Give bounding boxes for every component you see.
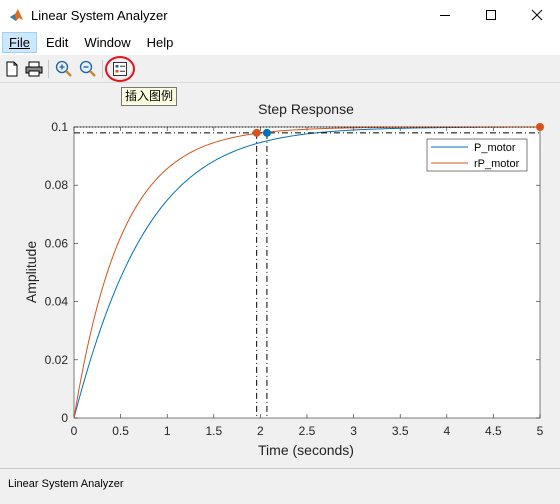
minimize-icon[interactable]: [422, 0, 468, 30]
x-tick-label: 2: [257, 424, 264, 438]
menu-file[interactable]: File: [2, 32, 37, 53]
y-tick-label: 0.04: [45, 295, 69, 309]
x-tick-label: 1: [164, 424, 171, 438]
menu-help[interactable]: Help: [140, 32, 181, 53]
zoom-out-icon[interactable]: [78, 59, 98, 79]
y-tick-label: 0.02: [45, 353, 69, 367]
menu-edit[interactable]: Edit: [39, 32, 75, 53]
legend-button-highlight-circle: [105, 56, 135, 82]
status-text: Linear System Analyzer: [8, 478, 124, 490]
x-tick-label: 3.5: [392, 424, 409, 438]
maximize-icon[interactable]: [468, 0, 514, 30]
x-tick-label: 0: [71, 424, 78, 438]
marker-settling-rp-motor: [252, 128, 261, 137]
x-tick-label: 4.5: [485, 424, 502, 438]
x-tick-label: 1.5: [205, 424, 222, 438]
y-tick-label: 0.1: [51, 120, 68, 134]
x-tick-label: 0.5: [112, 424, 129, 438]
marker-settling-p-motor: [262, 128, 271, 137]
status-bar: Linear System Analyzer: [0, 468, 560, 504]
marker-steady-state-rp-motor: [536, 123, 544, 131]
y-axis-label: Amplitude: [23, 241, 39, 303]
menu-window[interactable]: Window: [77, 32, 137, 53]
x-tick-label: 5: [537, 424, 544, 438]
menu-bar: File Edit Window Help: [0, 30, 560, 55]
close-icon[interactable]: [514, 0, 560, 30]
x-tick-label: 4: [443, 424, 450, 438]
y-tick-label: 0: [61, 411, 68, 425]
toolbar: [0, 56, 560, 83]
x-tick-label: 3: [350, 424, 357, 438]
x-axis-label: Time (seconds): [258, 442, 354, 458]
new-icon[interactable]: [2, 59, 22, 79]
legend[interactable]: P_motor rP_motor: [426, 138, 528, 172]
title-bar: Linear System Analyzer: [0, 0, 560, 30]
y-tick-label: 0.08: [45, 178, 69, 192]
chart-title: Step Response: [258, 101, 354, 117]
legend-tooltip: 插入图例: [121, 87, 178, 106]
step-response-plot: Step Response 0 0.5 1 1.5 2 2.5 3 3.5 4 4.5 5 0 0.02…: [23, 101, 544, 458]
window-title: Linear System Analyzer: [31, 7, 168, 23]
x-tick-label: 2.5: [299, 424, 316, 438]
legend-label-p-motor: P_motor: [474, 142, 516, 154]
print-icon[interactable]: [24, 59, 44, 79]
y-tick-label: 0.06: [45, 236, 69, 250]
matlab-app-icon: [10, 9, 23, 21]
legend-label-rp-motor: rP_motor: [474, 158, 520, 170]
zoom-in-icon[interactable]: [54, 59, 74, 79]
